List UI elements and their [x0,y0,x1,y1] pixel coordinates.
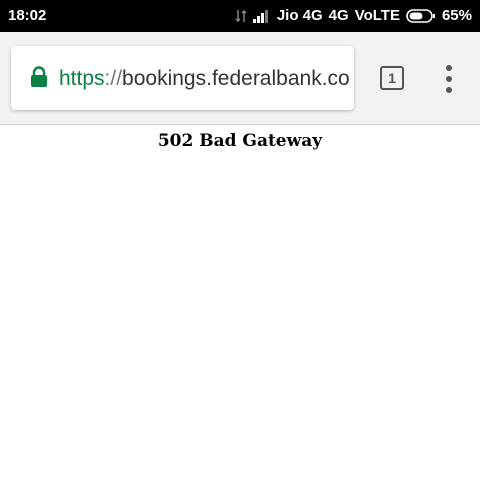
error-heading: 502 Bad Gateway [157,131,323,151]
url-scheme: https [59,67,105,90]
signal-icon [252,9,271,23]
volte-label: VoLTE [354,7,400,24]
menu-dot [446,65,452,71]
browser-toolbar: https://bookings.federalbank.co.in/T 1 [0,32,480,125]
page-content: 502 Bad Gateway [0,125,480,480]
battery-percent: 65% [441,7,472,24]
lock-icon[interactable] [30,66,48,93]
carrier-label: Jio 4G [276,7,323,24]
menu-dot [446,76,452,82]
status-bar: 18:02 Jio 4G 4G VoLTE 65% [0,0,480,32]
tab-switcher-icon[interactable]: 1 [380,66,404,90]
data-arrows-icon [235,8,247,24]
battery-icon [406,8,436,24]
url-host: bookings.federalbank.co.in [122,67,349,90]
network-label: 4G [328,7,349,24]
menu-dot [446,87,452,93]
url-text[interactable]: https://bookings.federalbank.co.in/T [59,66,349,92]
status-time: 18:02 [8,7,47,24]
url-bar[interactable]: https://bookings.federalbank.co.in/T [11,46,354,110]
more-menu-icon[interactable] [440,65,458,93]
status-indicators: Jio 4G 4G VoLTE 65% [235,7,472,24]
url-separator: :// [104,67,123,90]
tab-count: 1 [388,70,396,86]
